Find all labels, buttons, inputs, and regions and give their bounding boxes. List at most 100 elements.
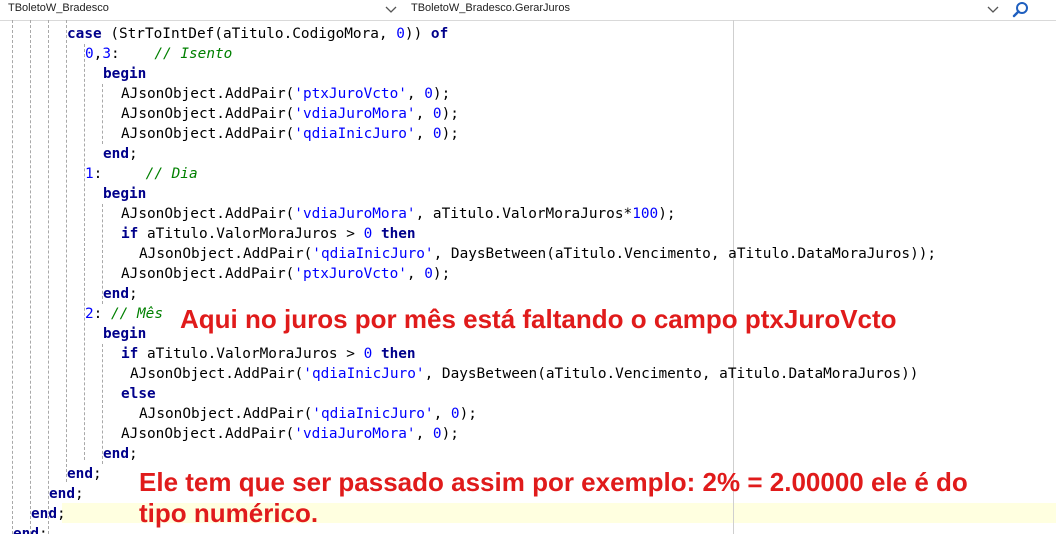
code-number: 0: [424, 266, 433, 282]
code-number: 0: [363, 346, 373, 362]
code-text: (StrToIntDef(aTitulo.CodigoMora,: [101, 26, 397, 42]
code-line[interactable]: end;: [49, 484, 84, 504]
code-text: );: [441, 126, 459, 142]
indent-guide: [12, 20, 13, 534]
code-comment: // Isento: [154, 46, 233, 62]
code-text: ,: [406, 266, 425, 282]
code-line[interactable]: end;: [103, 284, 138, 304]
code-text: ,: [406, 86, 425, 102]
code-string: 'qdiaInicJuro': [294, 126, 416, 142]
code-text: ;: [93, 466, 102, 482]
code-text: AJsonObject.AddPair(: [121, 266, 295, 282]
code-keyword: begin: [103, 186, 147, 202]
code-number: 1: [85, 166, 94, 182]
search-icon: [1012, 1, 1029, 22]
code-keyword: then: [380, 226, 416, 242]
code-string: 'qdiaInicJuro': [312, 406, 434, 422]
code-line[interactable]: AJsonObject.AddPair('qdiaInicJuro', 0);: [121, 124, 459, 144]
code-keyword: end: [103, 446, 129, 462]
chevron-down-icon[interactable]: [985, 1, 1001, 17]
code-line[interactable]: begin: [103, 184, 146, 204]
code-keyword: if: [121, 346, 139, 362]
code-string: 'vdiaJuroMora': [294, 426, 416, 442]
indent-guide: [84, 44, 85, 460]
code-line[interactable]: case (StrToIntDef(aTitulo.CodigoMora, 0)…: [67, 24, 448, 44]
code-text: AJsonObject.AddPair(: [139, 406, 313, 422]
code-line[interactable]: AJsonObject.AddPair('qdiaInicJuro', Days…: [139, 244, 936, 264]
code-line[interactable]: AJsonObject.AddPair('ptxJuroVcto', 0);: [121, 264, 450, 284]
code-line[interactable]: end;: [31, 504, 66, 524]
code-number: 0: [424, 86, 433, 102]
code-number: 0: [85, 46, 94, 62]
code-text: );: [441, 106, 459, 122]
code-text: , aTitulo.ValorMoraJuros*: [415, 206, 633, 222]
code-text: ,: [415, 106, 433, 122]
code-line[interactable]: 0,3: // Isento: [85, 44, 232, 64]
code-line[interactable]: AJsonObject.AddPair('vdiaJuroMora', 0);: [121, 104, 459, 124]
search-button[interactable]: [1008, 0, 1032, 19]
code-text: :: [93, 166, 146, 182]
indent-guide: [30, 20, 31, 534]
code-line[interactable]: if aTitulo.ValorMoraJuros > 0 then: [121, 344, 416, 364]
code-comment: // Dia: [145, 166, 198, 182]
code-number: 0: [450, 406, 460, 422]
code-keyword: end: [13, 526, 39, 534]
code-line[interactable]: AJsonObject.AddPair('qdiaInicJuro', Days…: [130, 364, 918, 384]
code-line[interactable]: if aTitulo.ValorMoraJuros > 0 then: [121, 224, 416, 244]
code-text: AJsonObject.AddPair(: [139, 246, 313, 262]
code-line[interactable]: begin: [103, 324, 146, 344]
code-line[interactable]: end;: [103, 444, 138, 464]
code-text: ;: [129, 446, 138, 462]
code-line[interactable]: 1: // Dia: [85, 164, 198, 184]
code-number: 0: [432, 126, 442, 142]
code-line[interactable]: AJsonObject.AddPair('vdiaJuroMora', aTit…: [121, 204, 676, 224]
code-text: ;: [129, 286, 138, 302]
code-text: ;: [39, 526, 48, 534]
code-string: 'ptxJuroVcto': [294, 266, 407, 282]
chevron-down-icon[interactable]: [383, 1, 399, 17]
code-keyword: end: [67, 466, 93, 482]
code-text: );: [658, 206, 676, 222]
code-number: 3: [102, 46, 112, 62]
code-text: AJsonObject.AddPair(: [121, 426, 295, 442]
indent-guide: [66, 20, 67, 482]
indent-guide: [48, 20, 49, 534]
code-comment: // Mês: [111, 306, 163, 322]
class-selector-combo[interactable]: TBoletoW_Bradesco: [0, 0, 403, 19]
code-text: ,: [415, 126, 433, 142]
code-editor[interactable]: case (StrToIntDef(aTitulo.CodigoMora, 0)…: [0, 20, 1056, 534]
code-text: )): [404, 26, 431, 42]
code-keyword: begin: [103, 326, 147, 342]
class-selector-value: TBoletoW_Bradesco: [8, 2, 109, 14]
code-line[interactable]: end;: [103, 144, 138, 164]
code-line[interactable]: else: [121, 384, 156, 404]
code-keyword: then: [380, 346, 416, 362]
code-text: AJsonObject.AddPair(: [121, 126, 295, 142]
code-line[interactable]: AJsonObject.AddPair('vdiaJuroMora', 0);: [121, 424, 459, 444]
code-line[interactable]: 2: // Mês: [85, 304, 163, 324]
code-text: );: [432, 266, 451, 282]
editor-navigation-bar: TBoletoW_Bradesco TBoletoW_Bradesco.Gera…: [0, 0, 1056, 21]
code-line[interactable]: end;: [13, 524, 48, 534]
code-line[interactable]: AJsonObject.AddPair('ptxJuroVcto', 0);: [121, 84, 450, 104]
code-keyword: if: [121, 226, 139, 242]
code-text: );: [432, 86, 451, 102]
code-number: 0: [432, 426, 442, 442]
code-text: AJsonObject.AddPair(: [121, 106, 295, 122]
code-text: :: [111, 46, 155, 62]
indent-guide: [102, 84, 103, 144]
code-number: 100: [632, 206, 659, 222]
method-selector-combo[interactable]: TBoletoW_Bradesco.GerarJuros: [403, 0, 1006, 19]
method-selector-value: TBoletoW_Bradesco.GerarJuros: [411, 2, 570, 14]
code-text: :: [93, 306, 111, 322]
code-line[interactable]: begin: [103, 64, 146, 84]
code-keyword: end: [103, 146, 129, 162]
code-string: 'qdiaInicJuro': [303, 366, 425, 382]
code-text: ,: [433, 406, 451, 422]
code-line[interactable]: AJsonObject.AddPair('qdiaInicJuro', 0);: [139, 404, 477, 424]
code-keyword: else: [121, 386, 156, 402]
code-text: );: [459, 406, 477, 422]
code-line[interactable]: end;: [67, 464, 102, 484]
code-keyword: begin: [103, 66, 147, 82]
